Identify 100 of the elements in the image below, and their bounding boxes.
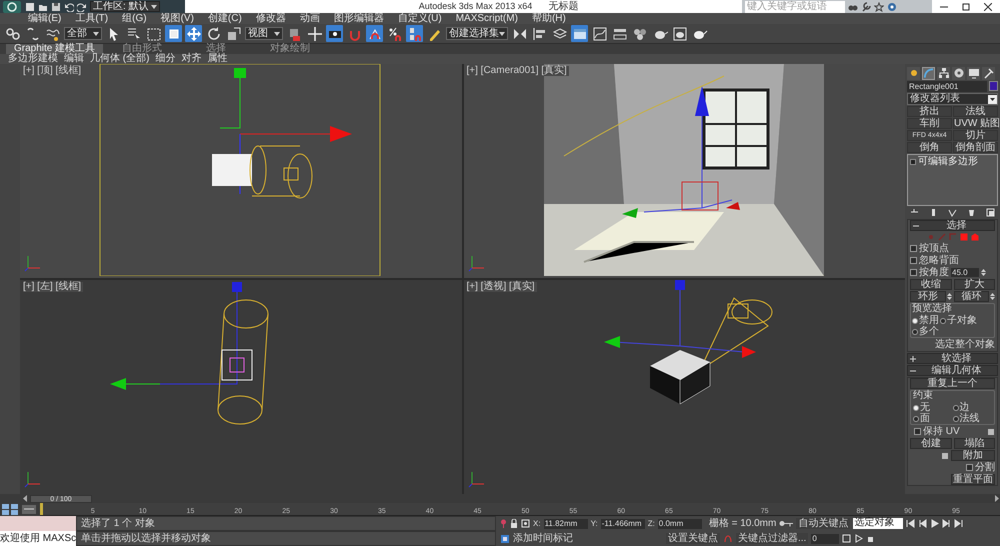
object-color-swatch[interactable]	[989, 81, 998, 91]
set-key-button[interactable]: 设置关键点	[666, 533, 720, 544]
rollout-header[interactable]: 软选择	[907, 353, 998, 364]
collapse-toggle-icon[interactable]	[910, 159, 916, 165]
menu-item[interactable]: 动画	[300, 14, 320, 24]
menu-item[interactable]: 修改器	[256, 14, 286, 24]
radio-button[interactable]: 子对象	[940, 315, 977, 326]
spinner-arrows-icon[interactable]	[990, 292, 995, 301]
ribbon-panel-title[interactable]: 编辑	[64, 54, 84, 64]
app-logo-icon[interactable]	[2, 0, 22, 12]
toolbar-button[interactable]	[225, 25, 242, 42]
play-icon[interactable]	[930, 519, 940, 528]
auto-key-button[interactable]: 自动关键点	[796, 518, 850, 529]
undo-icon[interactable]	[64, 2, 74, 12]
help-icon[interactable]	[887, 2, 897, 12]
time-tag-icon[interactable]	[500, 534, 510, 544]
ribbon-tab[interactable]: 选择	[181, 44, 252, 54]
panel-button[interactable]: 创建	[910, 438, 952, 449]
dropdown[interactable]: 全部	[64, 27, 102, 40]
menu-item[interactable]: 自定义(U)	[398, 14, 442, 24]
spinner-arrows-icon[interactable]	[981, 268, 986, 277]
ribbon-tab[interactable]: 自由形式	[107, 44, 178, 54]
menu-item[interactable]: 视图(V)	[160, 14, 194, 24]
modifier-button[interactable]: 车削	[907, 118, 952, 129]
workspace-dropdown[interactable]: 工作区: 默认	[90, 1, 160, 12]
dropdown[interactable]: 创建选择集	[446, 27, 508, 40]
command-panel-tab[interactable]	[907, 66, 920, 80]
menu-item[interactable]: 工具(T)	[75, 14, 108, 24]
modifier-button[interactable]: UVW 贴图	[953, 118, 998, 129]
new-file-icon[interactable]	[25, 2, 35, 12]
checkbox[interactable]: 保持 UV	[914, 426, 960, 437]
menu-item[interactable]: 组(G)	[122, 14, 147, 24]
command-panel-tab[interactable]	[922, 66, 935, 80]
radio-button[interactable]: 面	[913, 413, 952, 424]
dropdown[interactable]: 视图	[245, 27, 283, 40]
modifier-stack-item[interactable]: 可编辑多边形	[918, 157, 978, 167]
menu-item[interactable]: 编辑(E)	[28, 14, 62, 24]
modifier-button[interactable]: 倒角	[907, 142, 952, 153]
toolbar-button[interactable]	[531, 25, 548, 42]
radio-button[interactable]: 边	[952, 402, 992, 413]
panel-button[interactable]: 收缩	[910, 279, 952, 290]
menu-item[interactable]: 帮助(H)	[532, 14, 566, 24]
toolbar-button[interactable]	[591, 25, 608, 42]
ribbon-panel-title[interactable]: 细分	[155, 54, 176, 64]
toolbar-button[interactable]	[205, 25, 222, 42]
menu-item[interactable]: MAXScript(M)	[456, 14, 518, 24]
key-filters-button[interactable]: 关键点过滤器...	[736, 533, 808, 544]
skip-end-icon[interactable]	[954, 519, 964, 528]
key-mode-dropdown[interactable]: 选定对象	[853, 518, 904, 529]
modifier-button[interactable]: 法线	[953, 106, 998, 117]
panel-button[interactable]: 环形	[910, 291, 946, 302]
time-tag-text[interactable]: 添加时间标记	[513, 534, 663, 544]
checkbox[interactable]: 忽略背面	[910, 255, 995, 266]
save-icon[interactable]	[51, 2, 61, 12]
radio-button[interactable]: 法线	[952, 413, 992, 424]
trash-icon[interactable]	[967, 208, 976, 217]
panel-button[interactable]: 附加	[951, 450, 995, 461]
fork-icon[interactable]	[948, 208, 957, 217]
next-arrow-icon[interactable]	[994, 495, 1000, 502]
redo-icon[interactable]	[77, 2, 87, 12]
checkbox[interactable]: 按角度	[910, 267, 949, 278]
command-panel-tab[interactable]	[952, 66, 965, 80]
menu-item[interactable]: 创建(C)	[208, 14, 242, 24]
panel-button[interactable]: 扩大	[954, 279, 995, 290]
maxscript-listener-field[interactable]: 欢迎使用 MAXSc	[0, 531, 76, 546]
ribbon-panel-title[interactable]: 几何体 (全部)	[90, 54, 150, 64]
configure-icon[interactable]	[986, 208, 995, 217]
zoom-extents-icon[interactable]	[842, 534, 852, 543]
panel-button[interactable]: 塌陷	[954, 438, 995, 449]
object-name-field[interactable]: Rectangle001	[907, 81, 987, 92]
close-icon[interactable]	[984, 2, 992, 10]
ribbon-tab[interactable]: 对象绘制	[255, 44, 326, 54]
checkbox[interactable]: 分割	[966, 462, 995, 473]
star-icon[interactable]	[874, 2, 884, 12]
settings-box-icon[interactable]	[941, 452, 949, 460]
previous-frame-icon[interactable]	[918, 519, 928, 528]
radio-button[interactable]: 无	[913, 402, 952, 413]
toolbar-button[interactable]	[326, 25, 343, 42]
viewport-label[interactable]: [+] [左] [线框]	[23, 282, 84, 292]
ribbon-panel-title[interactable]: 属性	[207, 54, 228, 64]
previous-arrow-icon[interactable]	[22, 495, 28, 502]
lock-icon[interactable]	[510, 519, 518, 528]
spinner-arrows-icon[interactable]	[946, 292, 952, 301]
viewport-label[interactable]: [+] [顶] [线框]	[23, 66, 84, 76]
toolbar-button[interactable]	[306, 25, 323, 42]
viewport-label[interactable]: [+] [Camera001] [真实]	[466, 66, 569, 76]
panel-button[interactable]: 重置平面	[951, 474, 995, 485]
panel-button[interactable]: 循环	[954, 291, 989, 302]
radio-button[interactable]: 多个	[912, 326, 939, 337]
radio-button[interactable]: 禁用	[912, 315, 939, 326]
modifier-button[interactable]: 倒角剖面	[953, 142, 998, 153]
coordinate-field[interactable]: 0.0mm	[658, 518, 702, 528]
play-outline-icon[interactable]	[854, 534, 864, 543]
toolbar-button[interactable]	[671, 25, 688, 42]
absolute-mode-icon[interactable]	[521, 519, 530, 528]
frame-field[interactable]: 0	[811, 534, 840, 544]
ribbon-panel-title[interactable]: 对齐	[181, 54, 202, 64]
menu-item[interactable]: 图形编辑器	[334, 14, 384, 24]
angle-field[interactable]: 45.0	[951, 268, 979, 277]
ribbon-tab[interactable]: Graphite 建模工具	[6, 44, 104, 54]
